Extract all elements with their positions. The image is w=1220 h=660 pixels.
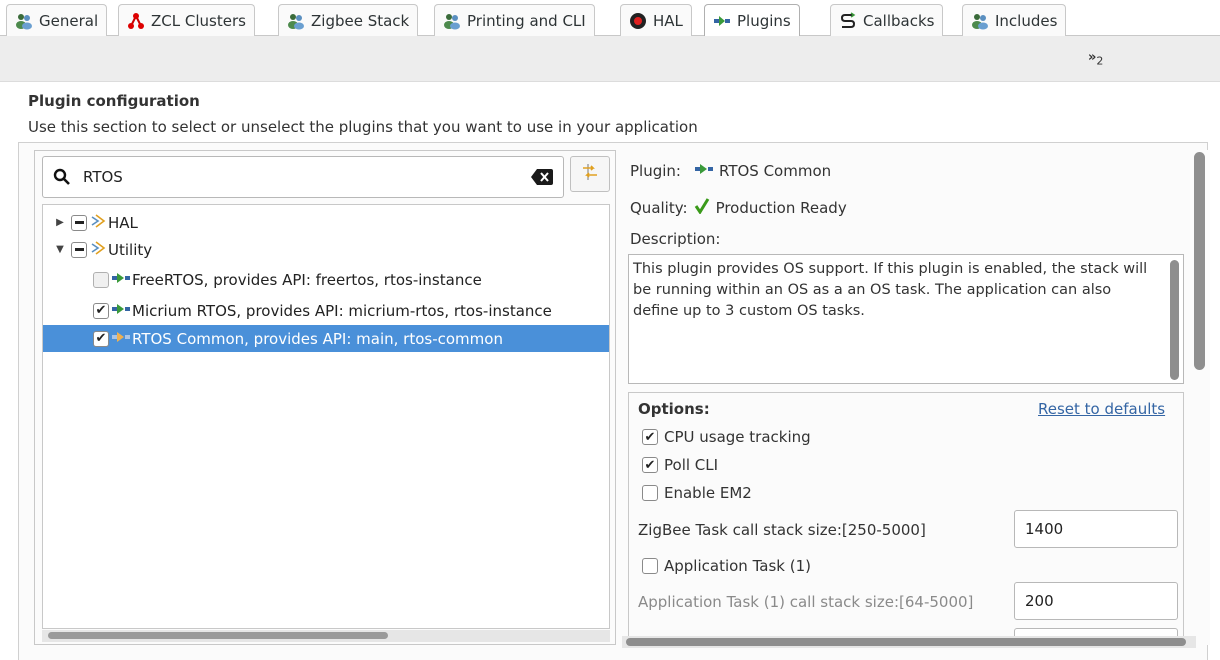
plugin-checkbox[interactable] [93,302,109,319]
tree-group-utility[interactable]: ▼ Utility [43,236,609,263]
option-checkbox[interactable] [642,485,658,501]
search-icon [53,168,71,190]
plugin-icon [112,271,130,289]
details-vertical-scrollbar[interactable] [1194,152,1205,370]
tab-label: ZCL Clusters [151,11,246,30]
tab-includes[interactable]: Includes [962,4,1067,36]
plugin-icon [713,12,731,30]
plugin-icon [112,330,130,348]
record-icon [629,12,647,30]
details-scroll-thumb[interactable] [626,638,1186,646]
description-text: This plugin provides OS support. If this… [628,254,1184,384]
plugin-tree: ▶ HAL ▼ Utility FreeRTOS, provides API: … [42,204,610,629]
people-icon [971,12,989,30]
reset-to-defaults-link[interactable]: Reset to defaults [1038,400,1165,418]
description-label: Description: [630,230,721,248]
zigbee-stack-size-field[interactable] [1014,510,1178,548]
description-scrollbar[interactable] [1170,260,1179,380]
zigbee-stack-size-label: ZigBee Task call stack size:[250-5000] [638,521,926,539]
section-description: Use this section to select or unselect t… [28,118,698,136]
tab-callbacks[interactable]: Callbacks [830,4,944,36]
tab-label: Printing and CLI [467,11,586,30]
folder-plugin-icon [90,213,106,233]
search-box [42,156,564,198]
tab-bar: General ZCL Clusters Zigbee Stack Printi… [0,0,1220,36]
tab-zcl-clusters[interactable]: ZCL Clusters [118,4,255,36]
quality-value: Production Ready [715,199,847,217]
tab-label: Callbacks [863,11,935,30]
more-tabs-button[interactable]: »2 [1088,50,1103,68]
tree-item-label: FreeRTOS, provides API: freertos, rtos-i… [132,270,482,289]
tab-plugins[interactable]: Plugins [704,4,800,36]
tree-item-freertos[interactable]: FreeRTOS, provides API: freertos, rtos-i… [43,266,609,293]
quality-row: Quality: Production Ready [630,198,847,218]
plugin-label: Plugin: [630,162,681,180]
tab-label: Zigbee Stack [311,11,410,30]
tab-general[interactable]: General [6,4,108,36]
filter-icon [580,162,600,186]
expand-arrow-icon[interactable]: ▶ [53,217,67,228]
option-checkbox[interactable] [642,558,658,574]
tree-item-rtos-common[interactable]: RTOS Common, provides API: main, rtos-co… [43,325,609,352]
clear-search-icon[interactable] [531,169,553,189]
option-label: Application Task (1) [664,557,811,575]
option-checkbox[interactable] [642,457,658,473]
tree-item-micrium-rtos[interactable]: Micrium RTOS, provides API: micrium-rtos… [43,297,609,324]
collapse-arrow-icon[interactable]: ▼ [53,244,67,255]
group-checkbox[interactable] [71,214,87,231]
folder-plugin-icon [90,240,106,260]
options-title: Options: [638,400,710,418]
app-task-stack-size-field[interactable] [1014,582,1178,620]
option-cpu-usage[interactable]: CPU usage tracking [642,428,811,446]
plugin-name: RTOS Common [718,162,832,180]
tab-label: General [39,11,99,30]
tree-group-label: HAL [108,213,138,232]
tree-item-label: RTOS Common, provides API: main, rtos-co… [132,329,503,348]
checkmark-icon [694,198,710,218]
toolstrip: »2 [0,36,1220,82]
option-checkbox[interactable] [642,429,658,445]
tab-hal[interactable]: HAL [620,4,692,36]
people-icon [443,12,461,30]
tab-printing-cli[interactable]: Printing and CLI [434,4,595,36]
tree-group-hal[interactable]: ▶ HAL [43,209,609,236]
tab-label: HAL [653,11,683,30]
app-task-stack-size-label: Application Task (1) call stack size:[64… [638,593,974,611]
option-application-task[interactable]: Application Task (1) [642,557,811,575]
plugin-checkbox[interactable] [93,271,109,288]
group-checkbox[interactable] [71,241,87,258]
option-label: CPU usage tracking [664,428,811,446]
tree-item-label: Micrium RTOS, provides API: micrium-rtos… [132,301,552,320]
people-icon [287,12,305,30]
plugin-checkbox[interactable] [93,330,109,347]
section-title: Plugin configuration [28,92,200,110]
option-label: Poll CLI [664,456,719,474]
option-poll-cli[interactable]: Poll CLI [642,456,718,474]
tab-label: Includes [995,11,1058,30]
tab-zigbee-stack[interactable]: Zigbee Stack [278,4,419,36]
plugin-icon [694,162,713,180]
option-label: Enable EM2 [664,484,752,502]
hidden-tab-count: 2 [1096,54,1104,68]
plugin-name-row: Plugin: RTOS Common [630,162,831,180]
people-icon [15,12,33,30]
search-input[interactable] [81,165,521,189]
tree-scroll-thumb[interactable] [48,632,388,639]
tree-group-label: Utility [108,240,153,259]
callback-icon [839,11,857,30]
cluster-icon [127,12,145,30]
plugin-icon [112,302,130,320]
filter-button[interactable] [570,156,610,192]
tab-label: Plugins [737,11,791,30]
option-enable-em2[interactable]: Enable EM2 [642,484,752,502]
quality-label: Quality: [630,199,688,217]
